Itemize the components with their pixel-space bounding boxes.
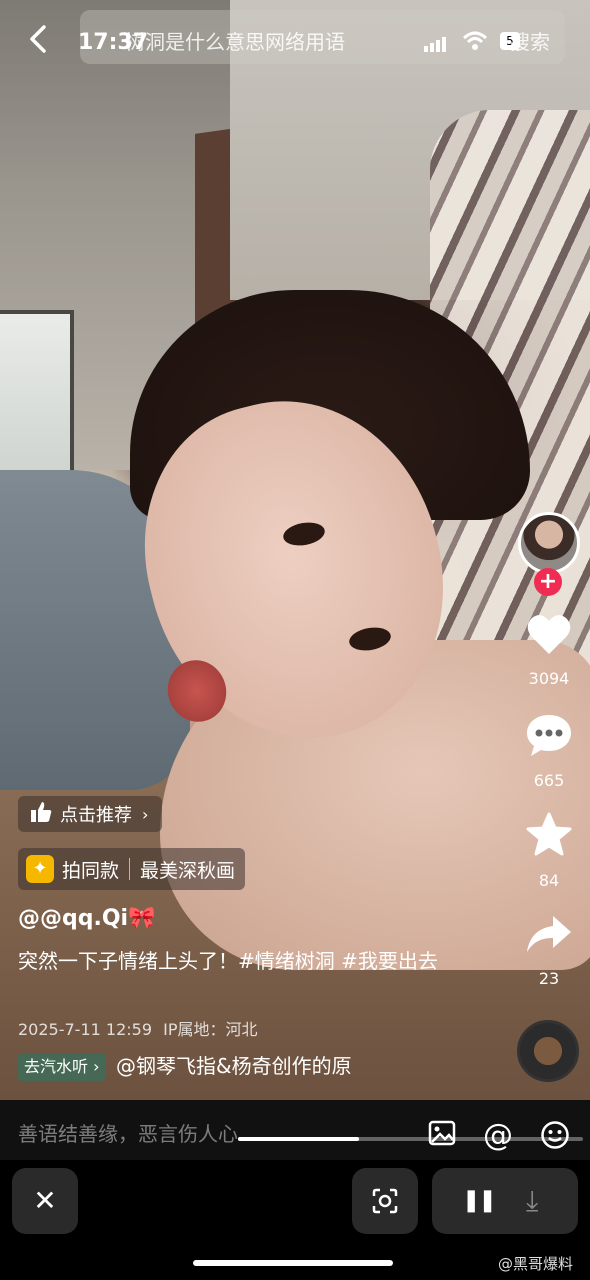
- home-indicator[interactable]: [193, 1260, 393, 1266]
- author-username[interactable]: @@qq.Qi🎀: [18, 906, 156, 931]
- wifi-icon: [462, 30, 488, 57]
- video-frame[interactable]: [0, 0, 590, 1100]
- playback-controls: ❚❚ ⤓: [432, 1168, 578, 1234]
- music-disc-icon[interactable]: [517, 1020, 579, 1082]
- recommend-button[interactable]: 点击推荐 ›: [18, 796, 163, 832]
- share-arrow-icon: [516, 914, 582, 969]
- qishui-listen-tag[interactable]: 去汽水听 ›: [18, 1053, 106, 1081]
- image-icon[interactable]: [428, 1120, 456, 1153]
- star-icon: [516, 812, 582, 871]
- post-caption[interactable]: 突然一下子情绪上头了！#情绪树洞 #我要出去: [18, 946, 478, 976]
- mention-at-icon[interactable]: @: [483, 1118, 513, 1153]
- comment-count: 665: [533, 771, 565, 790]
- like-count: 3094: [528, 669, 570, 688]
- divider: [129, 858, 131, 880]
- heart-icon: [516, 612, 582, 669]
- top-bar: 17:37 树洞是什么意思网络用语 5 搜索: [0, 0, 590, 80]
- same-style-tag[interactable]: ✦ 拍同款 最美深秋画: [18, 848, 246, 890]
- recommend-label: 点击推荐: [60, 805, 132, 826]
- same-style-label: 拍同款: [62, 859, 120, 882]
- like-button[interactable]: 3094: [516, 612, 582, 688]
- sparkle-icon: ✦: [26, 855, 54, 883]
- favorite-count: 84: [538, 871, 560, 890]
- comment-button[interactable]: 665: [516, 712, 582, 790]
- post-ip-location: IP属地：河北: [163, 1020, 258, 1039]
- progress-fill: [238, 1137, 359, 1141]
- favorite-button[interactable]: 84: [516, 812, 582, 890]
- watermark: @黑哥爆料: [498, 1255, 574, 1273]
- back-arrow-icon[interactable]: [22, 22, 56, 56]
- cellular-signal-icon: [424, 36, 446, 52]
- effect-name: 最美深秋画: [140, 859, 236, 882]
- thumbs-up-icon: [30, 801, 52, 828]
- comment-bubble-icon: [516, 712, 582, 771]
- search-query[interactable]: 树洞是什么意思网络用语: [125, 26, 345, 55]
- emoji-icon[interactable]: [540, 1120, 570, 1157]
- post-meta: 2025-7-11 12:59 IP属地：河北: [18, 1016, 257, 1040]
- author-avatar[interactable]: [518, 512, 580, 574]
- post-datetime: 2025-7-11 12:59: [18, 1020, 152, 1039]
- share-button[interactable]: 23: [516, 914, 582, 988]
- share-count: 23: [538, 969, 560, 988]
- comment-input[interactable]: 善语结善缘，恶言伤人心: [18, 1118, 238, 1147]
- scan-icon: [372, 1188, 398, 1214]
- music-title[interactable]: @钢琴飞指&杨奇创作的原: [116, 1050, 356, 1079]
- search-button[interactable]: 搜索: [510, 26, 550, 55]
- pause-button[interactable]: ❚❚: [462, 1168, 497, 1234]
- scan-button[interactable]: [352, 1168, 418, 1234]
- close-button[interactable]: ✕: [12, 1168, 78, 1234]
- chevron-right-icon: ›: [142, 804, 149, 824]
- video-progress-bar[interactable]: [238, 1137, 583, 1141]
- follow-plus-button[interactable]: +: [534, 568, 562, 596]
- author-avatar-group[interactable]: +: [514, 512, 584, 596]
- download-icon[interactable]: ⤓: [526, 1168, 538, 1234]
- background-window: [0, 310, 74, 478]
